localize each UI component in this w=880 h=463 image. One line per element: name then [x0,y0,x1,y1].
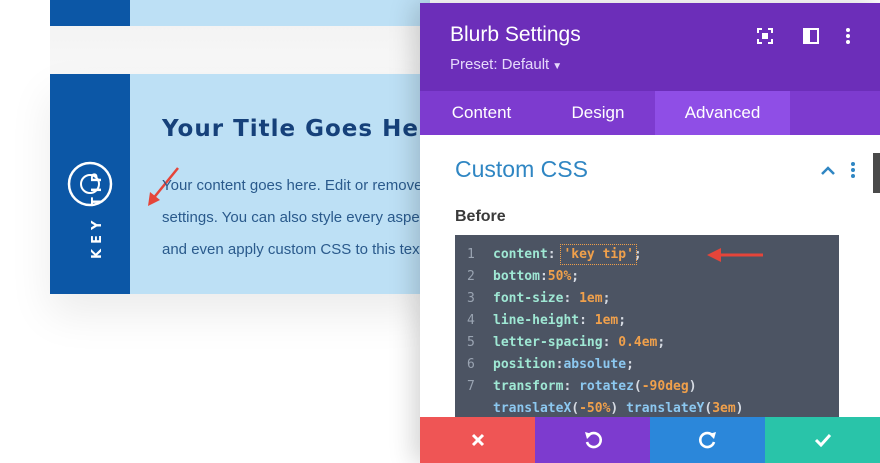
code-token: letter-spacing [493,335,603,350]
code-token: ( [704,401,713,416]
code-token: line-height [493,313,580,328]
save-button[interactable] [765,417,880,463]
preview-module-above-sidebar [50,0,130,26]
code-token: 1em [594,313,619,328]
code-token: translateY [626,401,705,416]
redo-button[interactable] [650,417,765,463]
preview-blurb-sidebar: KEY TIP [50,74,130,294]
code-token: -50% [579,401,611,416]
key-tip-label: KEY TIP [90,167,105,259]
sidebar-layout-icon[interactable] [801,26,821,46]
code-token: ) [610,401,627,416]
code-token: ) [688,379,697,394]
modal-header[interactable]: Blurb Settings Preset: Default ▼ [420,3,880,91]
undo-button[interactable] [535,417,650,463]
line-number: 5 [467,335,475,350]
css-code-editor[interactable]: 1 content: 'key tip'; 2 bottom:50%; 3 font-si… [455,235,839,425]
code-token: ; [602,291,611,306]
code-line[interactable]: 7 transform: rotatez(-90deg) [455,376,697,398]
blurb-title: Your Title Goes Here [162,116,448,142]
code-line[interactable]: 5 letter-spacing: 0.4em; [455,332,665,354]
code-token: translateX [493,401,572,416]
modal-title: Blurb Settings [450,23,581,46]
code-token: ; [618,313,627,328]
preview-blurb-module[interactable]: KEY TIP Your Title Goes Here Your conten… [50,74,447,294]
code-line[interactable]: 4 line-height: 1em; [455,310,626,332]
code-token: : [563,291,580,306]
code-token: transform [493,379,564,394]
code-token: content [493,247,548,262]
cancel-button[interactable] [420,417,535,463]
line-number: 1 [467,247,475,262]
tab-design[interactable]: Design [543,91,653,135]
blurb-body-line: and even apply custom CSS to this text i… [162,241,422,258]
close-icon [471,433,484,447]
code-token: 'key tip' [560,244,637,265]
code-token: -90deg [641,379,689,394]
scrollbar[interactable] [873,153,880,193]
code-line[interactable]: 2 bottom:50%; [455,266,579,288]
code-token: 50% [547,269,572,284]
redo-icon [698,431,716,449]
line-number: 4 [467,313,475,328]
code-token: position [493,357,556,372]
line-number: 2 [467,269,475,284]
code-token: : [539,269,548,284]
code-line[interactable]: 1 content: 'key tip'; [455,244,642,266]
before-field-label: Before [455,208,506,225]
tab-advanced[interactable]: Advanced [655,91,790,135]
code-token: ; [657,335,666,350]
more-options-icon[interactable] [838,26,858,46]
undo-icon [584,431,602,449]
blurb-body-line: Your content goes here. Edit or remove t… [162,177,422,194]
code-token: ; [571,269,580,284]
blurb-body-line: settings. You can also style every aspec… [162,209,422,226]
code-token: 1em [579,291,603,306]
blurb-settings-modal: Blurb Settings Preset: Default ▼ Content … [420,3,880,463]
code-token: 0.4em [618,335,658,350]
code-line[interactable]: 3 font-size: 1em; [455,288,610,310]
annotation-arrow-icon [707,248,763,262]
code-token: ) [735,401,744,416]
preview-gap [50,26,430,74]
code-token: : [602,335,619,350]
line-number: 6 [467,357,475,372]
code-token: ( [633,379,642,394]
line-number: 3 [467,291,475,306]
blurb-body: Your content goes here. Edit or remove t… [162,170,422,266]
caret-down-icon: ▼ [552,61,563,72]
code-token: bottom [493,269,540,284]
chevron-up-icon[interactable] [819,163,837,177]
preset-dropdown[interactable]: Preset: Default ▼ [450,56,562,73]
tab-content[interactable]: Content [420,91,543,135]
line-number: 7 [467,379,475,394]
section-options-icon[interactable] [850,161,856,179]
code-token: : [563,379,580,394]
code-token: ; [626,357,634,372]
code-token: 3em [712,401,736,416]
code-token: : [579,313,595,328]
code-token: ; [633,247,642,262]
preview-module-above [50,0,430,26]
code-token: : [547,247,564,262]
section-title[interactable]: Custom CSS [455,156,588,183]
code-line[interactable]: 6 position:absolute; [455,354,634,376]
code-token: rotatez [579,379,634,394]
settings-tabs: Content Design Advanced [420,91,880,135]
code-token: font-size [493,291,564,306]
preset-label: Preset: Default [450,56,550,73]
modal-footer [420,417,880,463]
check-icon [814,433,831,447]
fullscreen-icon[interactable] [755,26,775,46]
code-token: absolute [563,357,627,372]
code-token: ( [571,401,580,416]
